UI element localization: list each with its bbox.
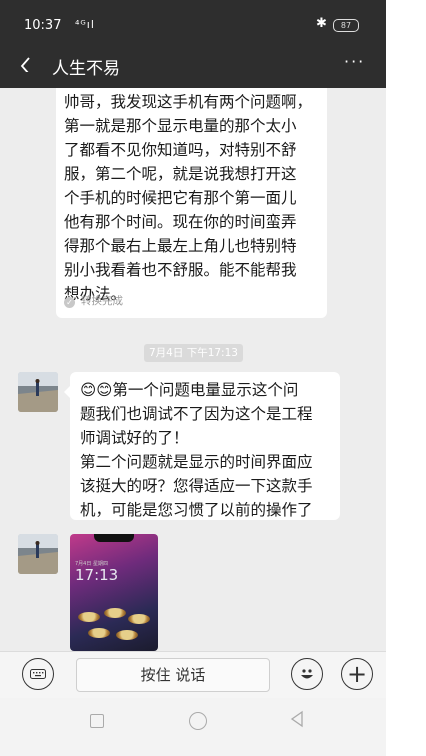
check-icon: ✓ — [64, 297, 75, 308]
reply-bubble[interactable]: 😊😊第一个问题电量显示这个问 题我们也调试不了因为这个是工程 师调试好的了！ 第… — [64, 372, 340, 520]
message-line: 帅哥，我发现这手机有两个问题啊， — [64, 93, 313, 111]
chat-area[interactable]: 帅哥，我发现这手机有两个问题啊， 第一就是那个显示电量的那个太小 了都看不见你知… — [0, 88, 386, 651]
message-line: 得那个最右上最左上角儿也特别特 — [64, 237, 297, 255]
message-line: 师调试好的了！ — [80, 429, 189, 447]
phone-screen: 10:37 ⁴ᴳıl ✱ 87 人生不易 ··· 帅哥，我发现这手机有两个问题啊… — [0, 0, 386, 756]
message-line: 他有那个时间。现在你的时间蛮弄 — [64, 213, 297, 231]
avatar[interactable] — [18, 534, 58, 574]
home-icon[interactable] — [189, 712, 207, 730]
more-options-icon[interactable]: ··· — [344, 52, 365, 71]
photo-time: 17:13 — [75, 566, 119, 584]
message-line: 题我们也调试不了因为这个是工程 — [80, 405, 313, 423]
message-line: 服，第二个呢，就是说我想打开这 — [64, 165, 297, 183]
signal-icon: ⁴ᴳıl — [75, 18, 95, 31]
message-line: 第二个问题就是显示的时间界面应 — [80, 453, 313, 471]
food-image — [88, 628, 110, 638]
plus-icon: + — [346, 660, 368, 688]
keyboard-toggle-button[interactable] — [22, 658, 54, 690]
emoji-icon — [301, 669, 313, 679]
recent-apps-icon[interactable] — [90, 714, 104, 728]
message-line: 😊😊第一个问题电量显示这个问 — [80, 381, 299, 399]
voice-to-text-bubble[interactable]: 帅哥，我发现这手机有两个问题啊， 第一就是那个显示电量的那个太小 了都看不见你知… — [56, 88, 327, 318]
message-line: 机，可能是您习惯了以前的操作了 — [80, 501, 313, 519]
avatar[interactable] — [18, 372, 58, 412]
food-image — [128, 614, 150, 624]
message-line: 了都看不见你知道吗，对特别不舒 — [64, 141, 297, 159]
convert-status-label: 转换完成 — [81, 295, 123, 307]
input-bar: 按住 说话 + — [0, 651, 386, 698]
keyboard-icon — [30, 669, 46, 679]
convert-status: ✓ 转换完成 — [64, 294, 123, 308]
message-line: 别小我看着也不舒服。能不能帮我 — [64, 261, 297, 279]
image-message[interactable]: 7月4日 星期四 17:13 — [70, 534, 158, 651]
emoji-button[interactable] — [291, 658, 323, 690]
battery-icon: 87 — [333, 19, 359, 32]
avatar-photo-icon — [18, 534, 58, 574]
food-image — [78, 612, 100, 622]
back-triangle-icon[interactable] — [290, 710, 304, 728]
message-line: 个手机的时候把它有那个第一面儿 — [64, 189, 297, 207]
chevron-left-icon[interactable] — [20, 54, 32, 72]
system-nav-bar — [0, 698, 386, 756]
message-line: 该挺大的呀？您得适应一下这款手 — [80, 477, 313, 495]
status-bar: 10:37 ⁴ᴳıl ✱ 87 — [0, 0, 386, 44]
top-bar: 10:37 ⁴ᴳıl ✱ 87 人生不易 ··· — [0, 0, 386, 88]
status-time: 10:37 — [24, 18, 62, 33]
avatar-photo-icon — [18, 372, 58, 412]
more-functions-button[interactable]: + — [341, 658, 373, 690]
food-image — [116, 630, 138, 640]
chat-title: 人生不易 — [52, 59, 120, 79]
message-timestamp: 7月4日 下午17:13 — [144, 344, 243, 362]
phone-notch — [94, 534, 134, 542]
hold-to-talk-button[interactable]: 按住 说话 — [76, 658, 270, 692]
bluetooth-icon: ✱ — [316, 16, 327, 31]
food-image — [104, 608, 126, 618]
message-line: 第一就是那个显示电量的那个太小 — [64, 117, 297, 135]
title-bar: 人生不易 ··· — [0, 44, 386, 88]
